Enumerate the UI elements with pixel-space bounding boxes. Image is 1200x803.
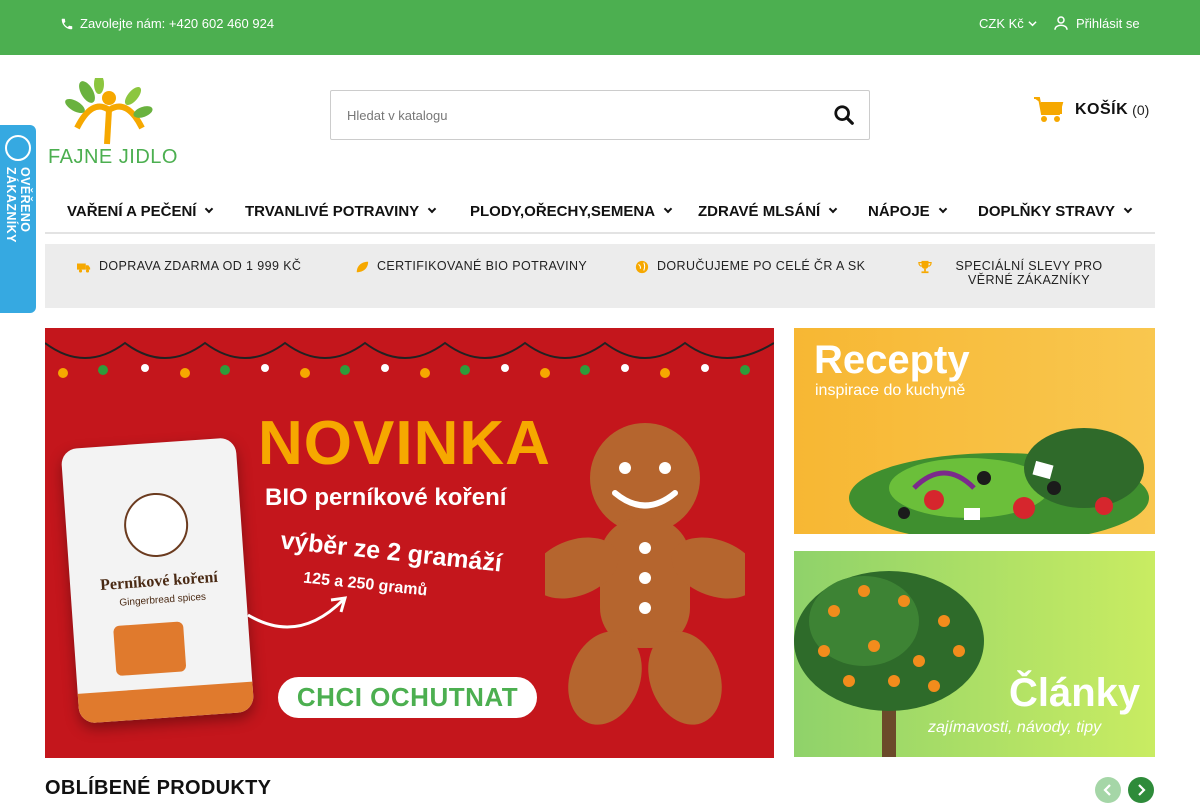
carousel-next-button[interactable] [1128,777,1154,803]
hero-banner[interactable]: Perníkové koření Gingerbread spices NOVI… [45,328,774,758]
nav-item-plody[interactable]: PLODY,OŘECHY,SEMENA [470,203,673,220]
articles-subtitle: zajímavosti, návody, tipy [928,719,1102,736]
gingerbread-man-image [545,423,745,725]
chevron-right-icon [1138,784,1146,796]
chevron-down-icon [1123,204,1133,214]
login-link[interactable]: Přihlásit se [1052,14,1140,32]
verified-badge[interactable]: OVĚŘENO ZÁKAZNÍKY [0,125,36,313]
nav-item-napoje[interactable]: NÁPOJE [868,203,947,220]
chevron-down-icon [205,204,214,214]
nav-item-label: DOPLŇKY STRAVY [978,203,1115,220]
benefits-bar: DOPRAVA ZDARMA OD 1 999 KČ CERTIFIKOVANÉ… [45,244,1155,308]
verified-badge-text: OVĚŘENO ZÁKAZNÍKY [4,167,32,243]
phone-text: Zavolejte nám: +420 602 460 924 [80,16,275,31]
chevron-down-icon [663,204,673,214]
curved-arrow-icon [247,596,348,629]
phone-icon [61,18,73,29]
banner-subtitle: BIO perníkové koření [265,484,507,511]
chevron-left-icon [1103,784,1111,796]
nav-item-label: ZDRAVÉ MLSÁNÍ [698,203,821,220]
main-nav: VAŘENÍ A PEČENÍ TRVANLIVÉ POTRAVINY PLOD… [45,196,1155,234]
nav-item-label: VAŘENÍ A PEČENÍ [67,203,197,220]
popular-products-heading: OBLÍBENÉ PRODUKTY [45,777,272,799]
search-icon [834,105,854,125]
benefit-item: DOPRAVA ZDARMA OD 1 999 KČ [77,259,301,274]
nav-item-vareni[interactable]: VAŘENÍ A PEČENÍ [67,203,214,220]
recipes-title: Recepty [814,338,970,382]
nav-item-trvanlive[interactable]: TRVANLIVÉ POTRAVINY [245,203,437,220]
articles-banner[interactable]: Články zajímavosti, návody, tipy [794,551,1155,757]
nav-item-label: TRVANLIVÉ POTRAVINY [245,203,420,220]
truck-icon [77,263,91,273]
benefit-item: CERTIFIKOVANÉ BIO POTRAVINY [355,259,587,274]
articles-title: Články [1009,671,1141,715]
phone-contact[interactable]: Zavolejte nám: +420 602 460 924 [60,16,274,31]
cart-count: (0) [1132,102,1150,118]
chevron-down-icon [1028,21,1037,27]
benefit-text: CERTIFIKOVANÉ BIO POTRAVINY [377,259,588,273]
recipes-banner[interactable]: Recepty inspirace do kuchyně [794,328,1155,534]
benefit-item: SPECIÁLNÍ SLEVY PRO VĚRNÉ ZÁKAZNÍKY [918,259,1118,287]
benefit-text: DORUČUJEME PO CELÉ ČR A SK [657,259,866,273]
lights-garland-icon [45,341,774,378]
cart-button[interactable]: KOŠÍK (0) [1033,96,1149,124]
currency-selector[interactable]: CZK Kč [979,16,1037,31]
benefit-text: DOPRAVA ZDARMA OD 1 999 KČ [99,259,302,273]
login-label: Přihlásit se [1076,15,1140,31]
banner-cta-button[interactable]: CHCI OCHUTNAT [278,677,537,718]
cart-icon [1034,97,1064,122]
nav-item-label: PLODY,OŘECHY,SEMENA [470,203,656,220]
chevron-down-icon [938,204,947,214]
benefit-text: SPECIÁLNÍ SLEVY PRO VĚRNÉ ZÁKAZNÍKY [955,259,1103,287]
trophy-icon [918,260,932,274]
logo-figure-icon [65,74,153,145]
nav-item-label: NÁPOJE [868,203,930,220]
banner-title: NOVINKA [258,409,551,478]
leaf-icon [356,261,369,273]
recipes-subtitle: inspirace do kuchyně [815,382,966,399]
globe-icon [635,260,649,274]
verified-seal-icon [5,135,31,161]
chevron-down-icon [427,204,437,214]
chevron-down-icon [828,204,838,214]
nav-item-mlsani[interactable]: ZDRAVÉ MLSÁNÍ [698,203,838,220]
user-icon [1054,16,1068,30]
cart-label: KOŠÍK [1075,101,1129,118]
search-box [330,90,870,140]
search-input[interactable] [331,91,811,139]
logo-text: FAJNE JIDLO [48,146,178,168]
search-button[interactable] [833,104,857,128]
product-package-image: Perníkové koření Gingerbread spices [60,437,255,724]
top-bar: Zavolejte nám: +420 602 460 924 CZK Kč P… [0,0,1200,55]
carousel-prev-button[interactable] [1095,777,1121,803]
benefit-item: DORUČUJEME PO CELÉ ČR A SK [635,259,865,274]
nav-item-doplnky[interactable]: DOPLŇKY STRAVY [978,203,1133,220]
currency-label: CZK Kč [979,16,1024,31]
